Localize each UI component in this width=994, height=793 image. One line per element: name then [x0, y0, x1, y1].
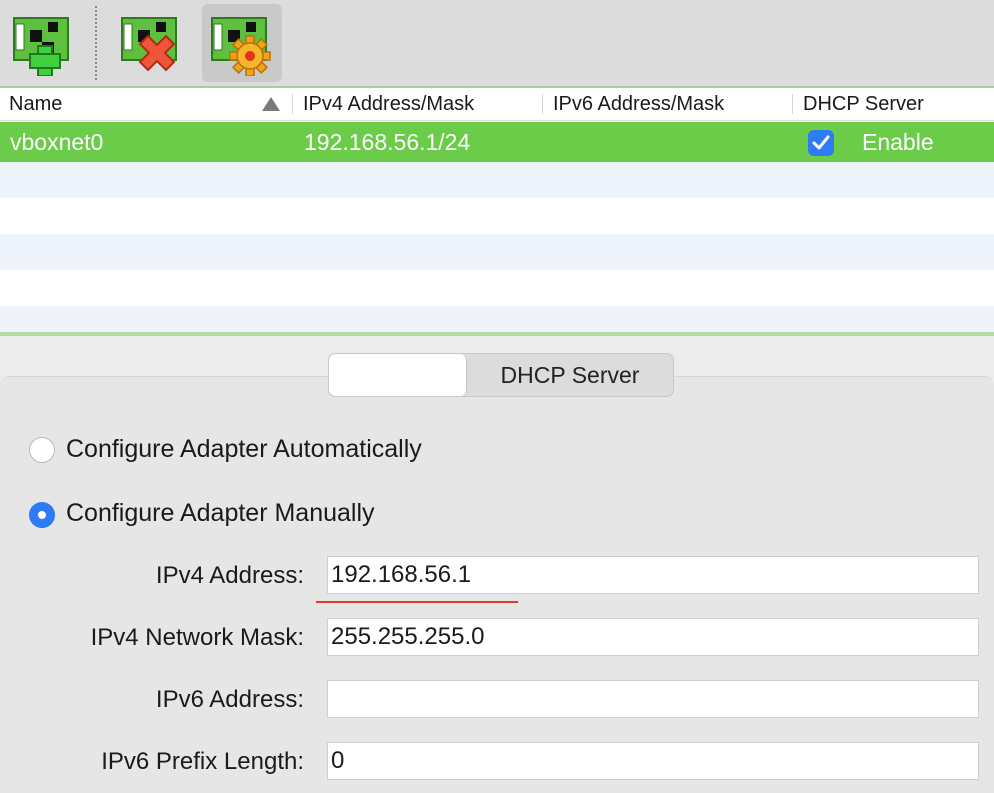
- column-header-name[interactable]: Name: [9, 88, 62, 120]
- toolbar: [0, 0, 994, 88]
- ipv4-address-input[interactable]: 192.168.56.1: [327, 556, 979, 594]
- tab-dhcp-server[interactable]: DHCP Server: [467, 354, 673, 396]
- table-row[interactable]: vboxnet0 192.168.56.1/24 Enable: [0, 122, 994, 162]
- toolbar-separator: [95, 6, 97, 80]
- add-network-icon: [13, 17, 69, 76]
- configure-automatically-label[interactable]: Configure Adapter Automatically: [66, 435, 422, 464]
- ipv4-mask-label: IPv4 Network Mask:: [90, 624, 304, 651]
- ipv4-address-label: IPv4 Address:: [155, 562, 304, 589]
- empty-row: [0, 198, 994, 234]
- annotation-underline: [316, 601, 518, 603]
- column-divider[interactable]: [292, 94, 293, 114]
- configure-manually-label[interactable]: Configure Adapter Manually: [66, 499, 375, 528]
- network-table: Name IPv4 Address/Mask IPv6 Address/Mask…: [0, 88, 994, 332]
- dhcp-enable-label: Enable: [862, 129, 934, 155]
- ipv4-mask-input[interactable]: 255.255.255.0: [327, 618, 979, 656]
- ipv6-address-label: IPv6 Address:: [155, 686, 304, 713]
- pane-splitter[interactable]: [0, 332, 994, 336]
- column-divider[interactable]: [542, 94, 543, 114]
- tab-bar: DHCP Server: [328, 353, 674, 397]
- column-header-ipv4[interactable]: IPv4 Address/Mask: [303, 88, 474, 120]
- column-divider[interactable]: [792, 94, 793, 114]
- empty-row: [0, 162, 994, 198]
- configure-manually-radio[interactable]: [29, 502, 55, 528]
- sort-ascending-icon: [262, 97, 280, 111]
- table-header: Name IPv4 Address/Mask IPv6 Address/Mask…: [0, 88, 994, 121]
- column-header-ipv6[interactable]: IPv6 Address/Mask: [553, 88, 724, 120]
- empty-row: [0, 270, 994, 306]
- add-network-button[interactable]: [4, 4, 84, 82]
- ipv6-prefix-label: IPv6 Prefix Length:: [101, 748, 304, 775]
- remove-network-button[interactable]: [112, 4, 192, 82]
- remove-network-icon: [121, 17, 177, 72]
- column-header-dhcp[interactable]: DHCP Server: [803, 88, 924, 120]
- empty-row: [0, 234, 994, 270]
- empty-row: [0, 306, 994, 332]
- ipv6-address-input[interactable]: [327, 680, 979, 718]
- configure-automatically-radio[interactable]: [29, 437, 55, 463]
- row-name: vboxnet0: [10, 129, 104, 155]
- dhcp-enable-checkbox[interactable]: [808, 130, 834, 156]
- row-ipv4: 192.168.56.1/24: [304, 129, 471, 155]
- ipv6-prefix-input[interactable]: 0: [327, 742, 979, 780]
- network-properties-icon: [211, 17, 271, 76]
- network-properties-button[interactable]: [202, 4, 282, 82]
- tab-adapter[interactable]: [329, 354, 467, 396]
- checkmark-icon: [812, 135, 830, 150]
